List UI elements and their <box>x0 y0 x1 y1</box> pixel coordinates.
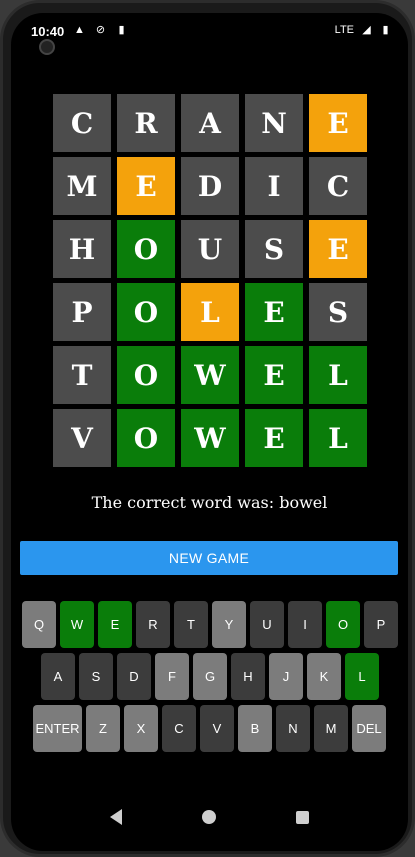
board-tile: S <box>245 220 303 278</box>
board-tile: A <box>181 94 239 152</box>
sync-icon: ⊘ <box>95 24 106 36</box>
home-icon[interactable] <box>202 810 216 824</box>
phone-screen: 10:40 ▲ ⊘ ▮ LTE ◢ ▮ CRANEMEDICHOUSEPOLES… <box>11 13 408 851</box>
key-p[interactable]: P <box>364 601 398 648</box>
network-type: LTE <box>334 23 354 36</box>
status-bar: 10:40 ▲ ⊘ ▮ LTE ◢ ▮ <box>11 13 408 49</box>
recent-apps-icon[interactable] <box>296 810 309 824</box>
key-w[interactable]: W <box>60 601 94 648</box>
battery-icon: ▮ <box>382 24 389 36</box>
signal-icon: ◢ <box>362 24 371 36</box>
board-tile: C <box>53 94 111 152</box>
key-t[interactable]: T <box>174 601 208 648</box>
board-tile: R <box>117 94 175 152</box>
board-tile: L <box>181 283 239 341</box>
key-c[interactable]: C <box>162 705 196 752</box>
key-enter[interactable]: ENTER <box>33 705 82 752</box>
key-j[interactable]: J <box>269 653 303 700</box>
key-e[interactable]: E <box>98 601 132 648</box>
guess-board: CRANEMEDICHOUSEPOLESTOWELVOWEL <box>53 94 367 467</box>
new-game-button[interactable]: NEW GAME <box>20 541 398 575</box>
phone-frame: 10:40 ▲ ⊘ ▮ LTE ◢ ▮ CRANEMEDICHOUSEPOLES… <box>0 0 415 857</box>
key-g[interactable]: G <box>193 653 227 700</box>
board-tile: E <box>245 283 303 341</box>
key-r[interactable]: R <box>136 601 170 648</box>
board-tile: L <box>309 409 367 467</box>
board-tile: I <box>245 157 303 215</box>
key-f[interactable]: F <box>155 653 189 700</box>
navigation-bar <box>11 793 408 841</box>
board-tile: D <box>181 157 239 215</box>
board-tile: O <box>117 409 175 467</box>
board-tile: W <box>181 409 239 467</box>
key-z[interactable]: Z <box>86 705 120 752</box>
board-tile: L <box>309 346 367 404</box>
key-i[interactable]: I <box>288 601 322 648</box>
key-y[interactable]: Y <box>212 601 246 648</box>
key-s[interactable]: S <box>79 653 113 700</box>
board-tile: O <box>117 346 175 404</box>
board-tile: O <box>117 220 175 278</box>
back-icon[interactable] <box>110 809 122 825</box>
key-n[interactable]: N <box>276 705 310 752</box>
board-tile: E <box>309 94 367 152</box>
key-a[interactable]: A <box>41 653 75 700</box>
board-tile: E <box>117 157 175 215</box>
board-tile: U <box>181 220 239 278</box>
keyboard-row-2: ASDFGHJKL <box>41 653 379 700</box>
board-tile: C <box>309 157 367 215</box>
key-x[interactable]: X <box>124 705 158 752</box>
board-tile: E <box>309 220 367 278</box>
board-tile: M <box>53 157 111 215</box>
camera-cutout <box>39 39 55 55</box>
key-d[interactable]: D <box>117 653 151 700</box>
board-tile: V <box>53 409 111 467</box>
board-tile: W <box>181 346 239 404</box>
key-u[interactable]: U <box>250 601 284 648</box>
key-v[interactable]: V <box>200 705 234 752</box>
result-message: The correct word was: bowel <box>91 493 328 512</box>
board-tile: N <box>245 94 303 152</box>
status-right: LTE ◢ ▮ <box>334 23 392 37</box>
key-q[interactable]: Q <box>22 601 56 648</box>
key-m[interactable]: M <box>314 705 348 752</box>
alert-icon: ▲ <box>74 23 85 36</box>
status-icons: ▲ ⊘ ▮ <box>73 23 128 37</box>
keyboard-row-3: ENTER Z X C V B N M DEL <box>33 705 386 752</box>
keyboard-row-1: QWERTYUIOP <box>22 601 398 648</box>
key-l[interactable]: L <box>345 653 379 700</box>
key-h[interactable]: H <box>231 653 265 700</box>
board-tile: H <box>53 220 111 278</box>
board-tile: P <box>53 283 111 341</box>
sd-card-icon: ▮ <box>118 24 125 36</box>
board-tile: T <box>53 346 111 404</box>
board-tile: S <box>309 283 367 341</box>
key-del[interactable]: DEL <box>352 705 386 752</box>
board-tile: O <box>117 283 175 341</box>
status-time: 10:40 <box>31 24 65 39</box>
board-tile: E <box>245 409 303 467</box>
board-tile: E <box>245 346 303 404</box>
key-k[interactable]: K <box>307 653 341 700</box>
key-o[interactable]: O <box>326 601 360 648</box>
key-b[interactable]: B <box>238 705 272 752</box>
